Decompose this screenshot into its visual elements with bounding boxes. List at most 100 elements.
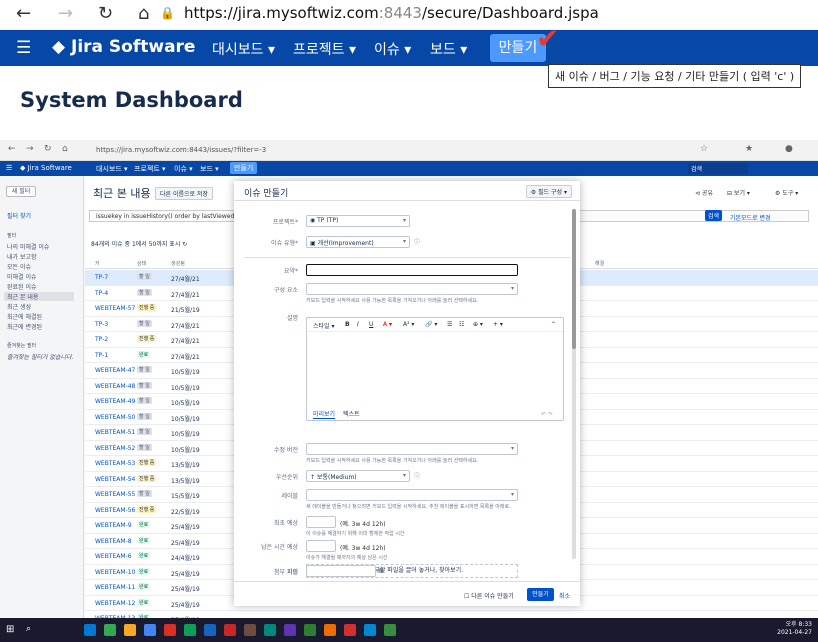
insert-icon[interactable]: + ▾ (493, 321, 503, 328)
description-editor[interactable]: 스타일 ▾ B I U A ▾ A² ▾ 🔗 ▾ ☰ ☷ ⊕ ▾ + ▾ ⌃ 미… (306, 317, 564, 421)
issue-key-link[interactable]: TP-3 (95, 321, 108, 328)
taskbar-app-icon[interactable] (144, 624, 156, 636)
fix-version-input[interactable]: ▾ (306, 443, 518, 455)
inner-create-button[interactable]: 만들기 (230, 162, 258, 174)
nav-issues[interactable]: 이슈 ▾ (374, 39, 411, 59)
taskbar-app-icon[interactable] (264, 624, 276, 636)
inner-avatar-icon[interactable]: ● (785, 144, 793, 154)
bullet-list-icon[interactable]: ☰ (447, 321, 452, 328)
issue-key-link[interactable]: WEBTEAM-50 (95, 414, 135, 421)
issue-key-link[interactable]: TP-2 (95, 336, 108, 343)
inner-forward-icon[interactable]: → (26, 144, 34, 154)
sidebar-item[interactable]: 나의 미해결 이슈 (7, 242, 49, 251)
text-format-icon[interactable]: A² ▾ (403, 321, 414, 328)
sidebar-item[interactable]: 최근에 변경된 (7, 322, 42, 331)
underline-icon[interactable]: U (369, 321, 373, 328)
issue-key-link[interactable]: WEBTEAM-55 (95, 491, 135, 498)
sidebar-item[interactable]: 최근 생성 (7, 302, 31, 311)
inner-nav-projects[interactable]: 프로젝트 ▾ (134, 164, 166, 174)
collapse-icon[interactable]: ⌃ (551, 321, 556, 328)
reload-icon[interactable]: ↻ (98, 3, 113, 24)
taskbar-app-icon[interactable] (324, 624, 336, 636)
sidebar-item[interactable]: 완료된 이슈 (7, 282, 37, 291)
forward-icon[interactable]: → (58, 3, 73, 24)
project-select[interactable]: ◉ TP (TP) ▾ (306, 215, 410, 227)
home-icon[interactable]: ⌂ (138, 3, 149, 24)
taskbar-app-icon[interactable] (224, 624, 236, 636)
dialog-cancel-link[interactable]: 취소 (559, 591, 570, 600)
nav-boards[interactable]: 보드 ▾ (430, 39, 467, 59)
inner-search-input[interactable]: 검색 (688, 163, 748, 174)
issue-key-link[interactable]: WEBTEAM-54 (95, 476, 135, 483)
column-key[interactable]: 키 (95, 260, 100, 267)
help-icon[interactable]: ⓘ (414, 237, 420, 246)
find-filters-link[interactable]: 필터 찾기 (7, 211, 31, 220)
taskbar-app-icon[interactable] (304, 624, 316, 636)
issue-key-link[interactable]: WEBTEAM-49 (95, 398, 135, 405)
issue-key-link[interactable]: WEBTEAM-8 (95, 538, 132, 545)
sidebar-item[interactable]: 모든 이슈 (7, 262, 31, 271)
export-button[interactable]: ⊟ 보기 ▾ (727, 188, 750, 197)
link-icon[interactable]: 🔗 ▾ (425, 321, 437, 328)
text-color-icon[interactable]: A ▾ (383, 321, 392, 328)
issue-key-link[interactable]: TP-1 (95, 352, 108, 359)
italic-icon[interactable]: I (357, 321, 359, 328)
taskbar-app-icon[interactable] (164, 624, 176, 636)
emoji-icon[interactable]: ⊕ ▾ (473, 321, 483, 328)
issue-key-link[interactable]: TP-7 (95, 274, 108, 281)
issue-key-link[interactable]: WEBTEAM-53 (95, 460, 135, 467)
issue-key-link[interactable]: WEBTEAM-11 (95, 584, 135, 591)
search-icon[interactable]: ⌕ (26, 624, 38, 636)
tab-text[interactable]: 텍스트 (343, 411, 360, 418)
system-clock[interactable]: 오후 8:33 2021-04-27 (777, 621, 812, 637)
column-resolved[interactable]: 해결 (595, 260, 604, 267)
jira-logo[interactable]: ◆ Jira Software (52, 37, 195, 57)
inner-home-icon[interactable]: ⌂ (62, 144, 68, 154)
new-filter-button[interactable]: 새 필터 (6, 186, 36, 197)
priority-select[interactable]: ↑ 보통(Medium) ▾ (306, 470, 410, 482)
taskbar-app-icon[interactable] (284, 624, 296, 636)
app-switcher-icon[interactable]: ☰ (16, 38, 31, 58)
back-icon[interactable]: ← (16, 3, 31, 24)
create-another-checkbox[interactable]: ☐ 다른 이슈 만들기 (464, 591, 514, 600)
taskbar-app-icon[interactable] (204, 624, 216, 636)
sidebar-item[interactable]: 최근에 해결된 (7, 312, 42, 321)
windows-start-icon[interactable]: ⊞ (6, 624, 18, 636)
component-input[interactable]: ▾ (306, 283, 518, 295)
sidebar-item[interactable]: 내가 보고함 (7, 252, 37, 261)
style-dropdown[interactable]: 스타일 ▾ (313, 321, 334, 330)
taskbar-app-icon[interactable] (344, 624, 356, 636)
issue-key-link[interactable]: WEBTEAM-52 (95, 445, 135, 452)
taskbar-app-icon[interactable] (364, 624, 376, 636)
share-button[interactable]: ⊲ 공유 (695, 188, 713, 197)
undo-redo-icon[interactable]: ↶ ↷ (541, 411, 553, 418)
dialog-scrollbar[interactable] (572, 209, 576, 559)
inner-reload-icon[interactable]: ↻ (44, 144, 52, 154)
tab-visual[interactable]: 미리보기 (313, 411, 336, 419)
issue-key-link[interactable]: WEBTEAM-12 (95, 600, 135, 607)
issue-key-link[interactable]: WEBTEAM-9 (95, 522, 132, 529)
calendar-icon[interactable]: ▦ (378, 567, 384, 574)
summary-input[interactable] (306, 264, 518, 276)
issue-key-link[interactable]: WEBTEAM-48 (95, 383, 135, 390)
basic-mode-link[interactable]: 기본모드로 변경 (730, 213, 771, 222)
issue-key-link[interactable]: WEBTEAM-6 (95, 553, 132, 560)
inner-nav-dashboards[interactable]: 대시보드 ▾ (96, 164, 128, 174)
help-icon[interactable]: ⓘ (414, 471, 420, 480)
sidebar-item[interactable]: 최근 본 내용 (4, 292, 74, 301)
labels-input[interactable]: ▾ (306, 489, 518, 501)
scrollbar-thumb[interactable] (572, 209, 576, 349)
inner-back-icon[interactable]: ← (8, 144, 16, 154)
inner-star-icon[interactable]: ★ (745, 144, 753, 154)
issue-key-link[interactable]: WEBTEAM-47 (95, 367, 135, 374)
inner-ext-icon[interactable]: ☆ (700, 144, 708, 154)
save-as-button[interactable]: 다른 이름으로 저장 (155, 187, 213, 200)
bold-icon[interactable]: B (345, 321, 350, 328)
issue-type-select[interactable]: ▣ 개선(Improvement) ▾ (306, 236, 410, 248)
remaining-estimate-input[interactable] (306, 540, 336, 552)
number-list-icon[interactable]: ☷ (459, 321, 464, 328)
issue-key-link[interactable]: TP-4 (95, 290, 108, 297)
tools-button[interactable]: ⚙ 도구 ▾ (775, 188, 798, 197)
column-created[interactable]: 생성됨 (171, 260, 185, 267)
taskbar-app-icon[interactable] (384, 624, 396, 636)
